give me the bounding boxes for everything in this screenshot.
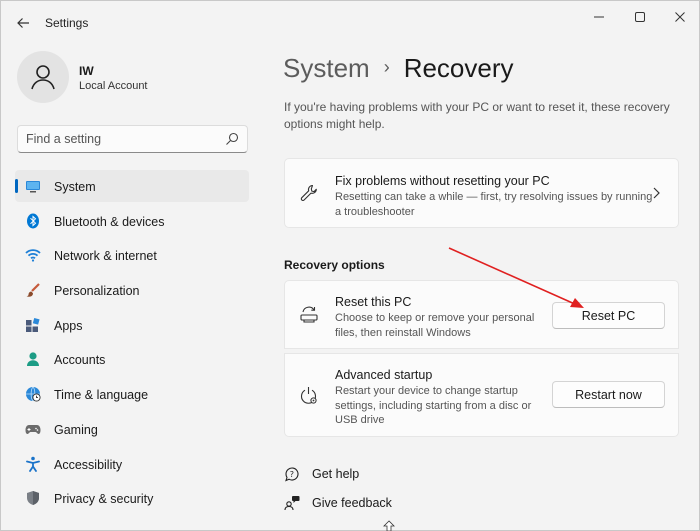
advanced-startup-icon xyxy=(299,386,319,406)
sidebar-item-label: Time & language xyxy=(54,388,149,403)
sidebar-item-accessibility[interactable]: Accessibility xyxy=(15,448,249,480)
chevron-right-icon xyxy=(653,187,660,199)
reset-pc-icon xyxy=(299,304,319,324)
card-description: Resetting can take a while — first, try … xyxy=(335,191,653,218)
feedback-icon xyxy=(283,494,301,512)
sidebar-item-label: Accounts xyxy=(54,353,106,368)
wifi-icon xyxy=(25,247,41,263)
sidebar-item-system[interactable]: System xyxy=(15,170,249,202)
recovery-options-heading: Recovery options xyxy=(284,258,385,272)
sidebar-item-label: Gaming xyxy=(54,422,98,437)
search-box[interactable] xyxy=(17,125,248,153)
wrench-icon xyxy=(299,183,319,203)
search-icon[interactable] xyxy=(225,132,239,146)
sidebar-item-label: Personalization xyxy=(54,284,140,299)
cursor-icon xyxy=(383,520,395,531)
person-icon xyxy=(31,65,55,90)
sidebar-item-label: Network & internet xyxy=(54,249,157,264)
maximize-button[interactable] xyxy=(623,7,657,27)
breadcrumb: System › Recovery xyxy=(283,51,514,85)
brush-icon xyxy=(25,282,41,298)
apps-icon xyxy=(25,317,41,333)
laptop-icon xyxy=(25,178,41,194)
back-arrow-icon xyxy=(17,18,29,28)
sidebar-item-network[interactable]: Network & internet xyxy=(15,239,249,271)
bluetooth-icon xyxy=(25,213,41,229)
minimize-icon xyxy=(594,16,604,18)
fix-problems-card[interactable]: Fix problems without resetting your PC R… xyxy=(284,158,679,228)
gamepad-icon xyxy=(25,421,41,437)
sidebar-item-label: Accessibility xyxy=(54,457,123,472)
breadcrumb-parent[interactable]: System xyxy=(283,53,370,84)
globe-clock-icon xyxy=(25,386,41,402)
sidebar-item-label: Bluetooth & devices xyxy=(54,214,165,229)
sidebar-item-apps[interactable]: Apps xyxy=(15,309,249,341)
account-type: Local Account xyxy=(79,80,148,92)
sidebar-item-time-language[interactable]: Time & language xyxy=(15,378,249,410)
close-icon xyxy=(675,12,685,22)
restart-now-button[interactable]: Restart now xyxy=(552,381,665,408)
help-chat-icon: ? xyxy=(283,465,301,483)
avatar[interactable] xyxy=(17,51,69,103)
sidebar-item-accounts[interactable]: Accounts xyxy=(15,343,249,375)
settings-window: Settings IW Local Account Find a setting… xyxy=(0,0,700,531)
get-help-link[interactable]: ? Get help xyxy=(283,465,359,483)
card-description: Choose to keep or remove your personal f… xyxy=(335,312,535,339)
user-name: IW xyxy=(79,64,94,78)
accessibility-icon xyxy=(25,456,41,472)
intro-text: If you're having problems with your PC o… xyxy=(284,100,670,131)
sidebar-item-label: Apps xyxy=(54,318,83,333)
sidebar-nav: System Bluetooth & devices Network & int… xyxy=(15,170,249,517)
sidebar-item-gaming[interactable]: Gaming xyxy=(15,413,249,445)
back-button[interactable] xyxy=(11,11,35,35)
page-title: Recovery xyxy=(403,52,514,83)
sidebar-item-privacy-security[interactable]: Privacy & security xyxy=(15,482,249,514)
minimize-button[interactable] xyxy=(582,7,616,27)
sidebar-item-label: System xyxy=(54,180,96,194)
breadcrumb-separator: › xyxy=(383,56,390,77)
reset-pc-button[interactable]: Reset PC xyxy=(552,302,665,329)
reset-pc-card: Reset this PC Choose to keep or remove y… xyxy=(284,280,679,349)
maximize-icon xyxy=(635,12,645,22)
svg-text:?: ? xyxy=(290,470,294,479)
shield-icon xyxy=(25,490,41,506)
get-help-label: Get help xyxy=(312,467,360,481)
sidebar-item-bluetooth[interactable]: Bluetooth & devices xyxy=(15,205,249,237)
advanced-startup-card: Advanced startup Restart your device to … xyxy=(284,353,679,437)
card-title: Reset this PC xyxy=(335,295,412,309)
give-feedback-link[interactable]: Give feedback xyxy=(283,494,392,512)
card-description: Restart your device to change startup se… xyxy=(335,385,532,426)
sidebar-item-personalization[interactable]: Personalization xyxy=(15,274,249,306)
title-bar: Settings xyxy=(1,1,699,43)
sidebar-item-label: Privacy & security xyxy=(54,492,154,507)
card-title: Fix problems without resetting your PC xyxy=(335,174,550,188)
search-input[interactable] xyxy=(18,126,218,152)
close-button[interactable] xyxy=(663,7,697,27)
give-feedback-label: Give feedback xyxy=(312,496,392,510)
card-title: Advanced startup xyxy=(335,368,433,382)
person-icon xyxy=(25,351,41,367)
app-title: Settings xyxy=(45,16,89,30)
active-indicator xyxy=(15,179,18,193)
